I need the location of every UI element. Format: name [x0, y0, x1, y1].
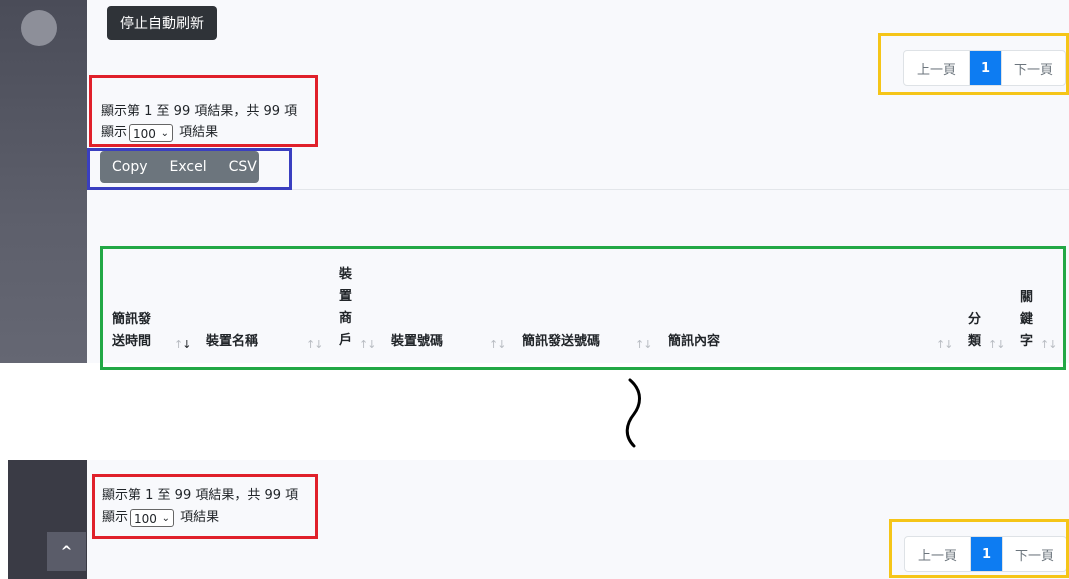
sidebar: [0, 0, 87, 363]
annotation-box-export: [87, 148, 292, 190]
scroll-to-top-button[interactable]: ^: [47, 532, 86, 571]
annotation-box-info: [89, 75, 318, 147]
annotation-box-pagination-bottom: [889, 519, 1069, 578]
stop-auto-refresh-button[interactable]: 停止自動刷新: [107, 6, 217, 40]
annotation-box-info-bottom: [92, 474, 318, 539]
break-squiggle-icon: [625, 378, 641, 448]
annotation-box-table-header: [100, 246, 1066, 370]
annotation-box-pagination: [878, 33, 1069, 95]
avatar[interactable]: [21, 10, 57, 46]
